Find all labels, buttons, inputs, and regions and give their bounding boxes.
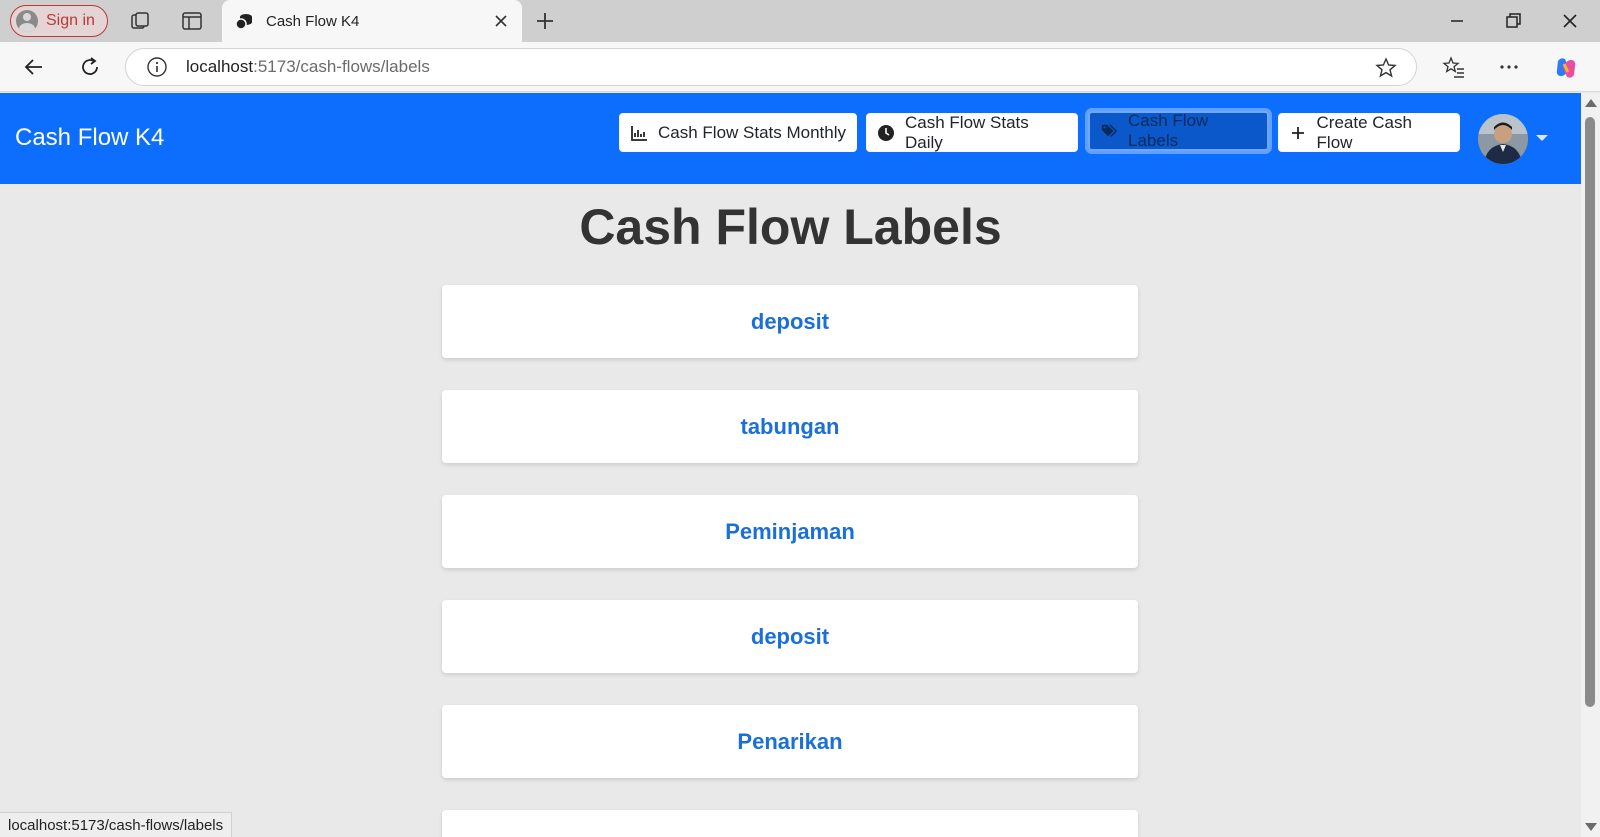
label-card[interactable]: Penarikan xyxy=(442,705,1138,778)
refresh-icon[interactable] xyxy=(78,55,102,79)
link-status-bar: localhost:5173/cash-flows/labels xyxy=(0,812,233,837)
label-list: deposit tabungan Peminjaman deposit Pena… xyxy=(442,285,1138,837)
tags-icon xyxy=(1100,122,1118,140)
cash-flow-stats-monthly-label: Cash Flow Stats Monthly xyxy=(658,122,847,142)
browser-tab-bar: Sign in Cash Flow K4 xyxy=(0,0,1600,42)
create-cash-flow-button[interactable]: Create Cash Flow xyxy=(1278,113,1460,152)
url-path: :5173/cash-flows/labels xyxy=(253,57,430,76)
user-avatar[interactable] xyxy=(1478,114,1528,164)
profile-placeholder-icon xyxy=(16,10,38,32)
cash-flow-stats-daily-button[interactable]: Cash Flow Stats Daily xyxy=(866,113,1078,152)
scroll-down-arrow-icon[interactable] xyxy=(1585,823,1597,831)
cash-flow-labels-button[interactable]: Cash Flow Labels xyxy=(1088,111,1269,151)
cash-flow-stats-monthly-button[interactable]: Cash Flow Stats Monthly xyxy=(619,113,857,152)
close-tab-icon[interactable] xyxy=(492,12,510,30)
new-tab-icon[interactable] xyxy=(533,9,557,33)
minimize-icon[interactable] xyxy=(1445,9,1469,33)
label-card[interactable]: deposit xyxy=(442,600,1138,673)
label-card[interactable]: deposit xyxy=(442,285,1138,358)
scrollbar-thumb[interactable] xyxy=(1585,117,1595,707)
label-card[interactable]: Peminjaman xyxy=(442,495,1138,568)
favorites-list-icon[interactable] xyxy=(1442,55,1466,79)
page-title: Cash Flow Labels xyxy=(579,199,1002,255)
create-cash-flow-label: Create Cash Flow xyxy=(1316,112,1412,152)
vertical-tabs-icon[interactable] xyxy=(180,9,204,33)
workspaces-icon[interactable] xyxy=(128,9,152,33)
url-field[interactable]: localhost:5173/cash-flows/labels xyxy=(125,48,1417,86)
address-bar-row: localhost:5173/cash-flows/labels xyxy=(0,42,1600,92)
restore-icon[interactable] xyxy=(1501,9,1525,33)
url-host: localhost xyxy=(186,57,254,76)
profile-dropdown-chevron-icon[interactable] xyxy=(1536,135,1548,141)
label-card-partial[interactable] xyxy=(442,810,1138,837)
copilot-icon[interactable] xyxy=(1553,55,1577,79)
cash-flow-stats-daily-label: Cash Flow Stats Daily xyxy=(905,112,1029,152)
tab-title: Cash Flow K4 xyxy=(266,12,360,30)
url-text: localhost:5173/cash-flows/labels xyxy=(186,57,430,77)
more-options-icon[interactable] xyxy=(1497,55,1521,79)
coins-favicon-icon xyxy=(234,11,254,31)
plus-icon xyxy=(1289,124,1307,142)
sign-in-label: Sign in xyxy=(46,12,95,29)
scroll-up-arrow-icon[interactable] xyxy=(1585,99,1597,107)
bar-chart-icon xyxy=(630,124,648,142)
sign-in-button[interactable]: Sign in xyxy=(10,5,108,37)
cash-flow-labels-label: Cash Flow Labels xyxy=(1128,111,1209,150)
close-window-icon[interactable] xyxy=(1558,9,1582,33)
clock-icon xyxy=(877,124,895,142)
app-brand[interactable]: Cash Flow K4 xyxy=(15,124,164,152)
favorite-star-icon[interactable] xyxy=(1374,56,1398,80)
label-card[interactable]: tabungan xyxy=(442,390,1138,463)
browser-tab-active[interactable]: Cash Flow K4 xyxy=(222,0,522,42)
app-navbar: Cash Flow K4 Cash Flow Stats Monthly Cas… xyxy=(0,93,1581,184)
back-icon[interactable] xyxy=(22,55,46,79)
site-info-icon[interactable] xyxy=(146,56,168,78)
page-scrollbar[interactable] xyxy=(1581,93,1600,837)
